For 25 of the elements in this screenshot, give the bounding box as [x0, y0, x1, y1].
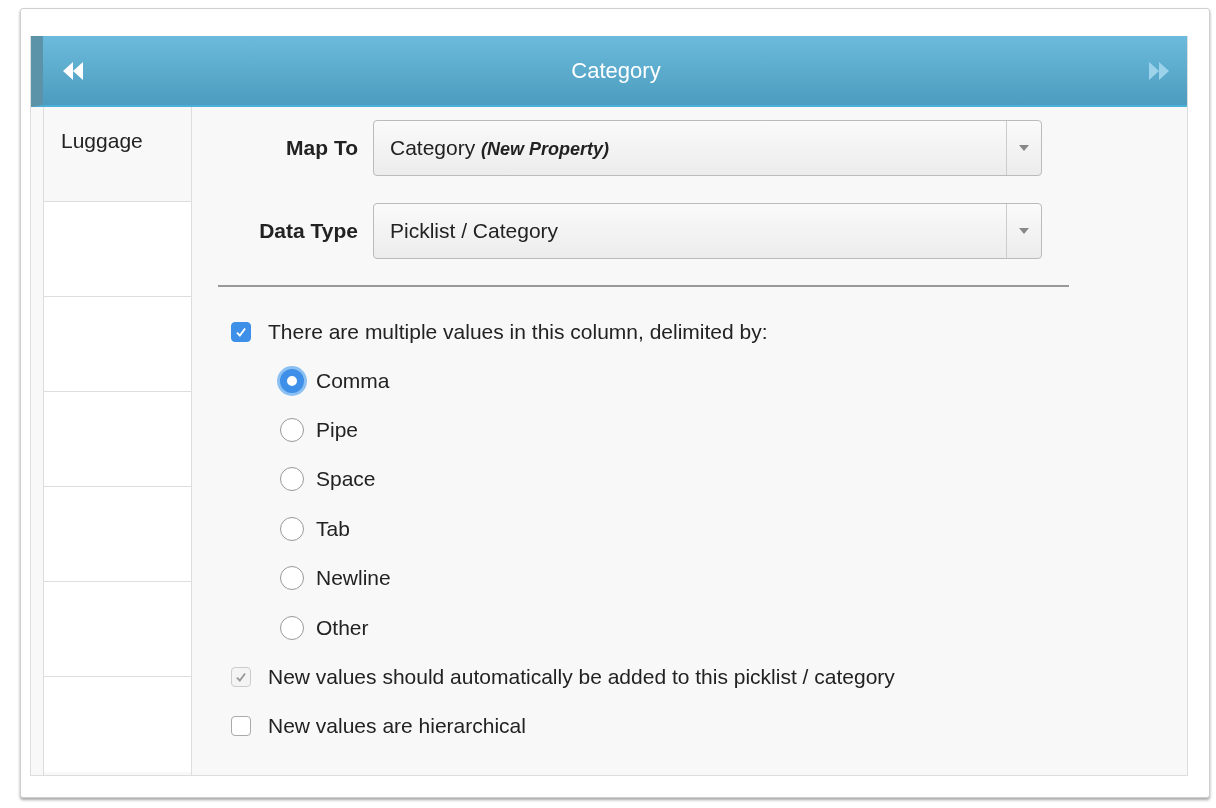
radio-label: Newline	[316, 566, 391, 591]
radio-label: Pipe	[316, 418, 359, 443]
table-cell: Luggage	[61, 129, 143, 152]
radio-label: Space	[316, 467, 376, 492]
radio-label: Other	[316, 615, 369, 640]
radio-button[interactable]	[280, 418, 304, 443]
radio-button[interactable]	[280, 566, 304, 591]
checkbox[interactable]	[231, 715, 251, 736]
radio-button[interactable]	[280, 615, 304, 640]
checkbox-label: New values should automatically be added to this picklist / category	[268, 664, 895, 689]
radio-button[interactable]	[280, 467, 304, 492]
header-title: Category	[571, 57, 661, 84]
checkbox-label: New values are hierarchical	[268, 713, 526, 738]
dropdown[interactable]: Category (New Property)	[373, 120, 1042, 176]
checkbox[interactable]	[231, 321, 251, 342]
caret-icon	[1019, 145, 1029, 151]
checkbox-label: There are multiple values in this column, delimited by:	[268, 319, 768, 344]
field-label: Map To	[285, 136, 358, 160]
caret-icon	[1019, 228, 1029, 234]
dropdown[interactable]: Picklist / Category	[373, 203, 1042, 259]
radio-label: Tab	[316, 516, 350, 541]
radio-button[interactable]	[280, 516, 304, 541]
field-label: Data Type	[258, 219, 358, 243]
radio-button[interactable]	[280, 368, 304, 393]
radio-label: Comma	[316, 368, 390, 393]
